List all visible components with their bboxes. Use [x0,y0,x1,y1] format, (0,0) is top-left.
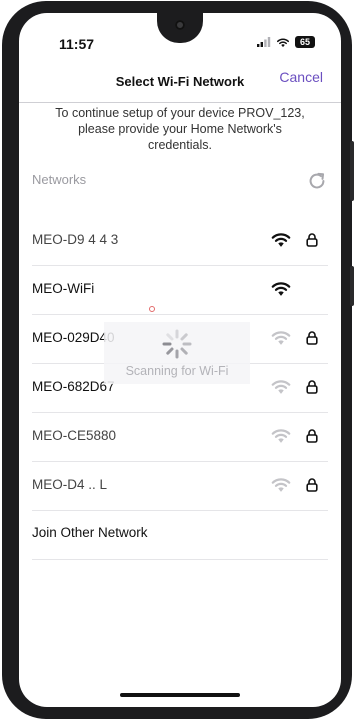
touch-indicator-dot [149,306,155,312]
join-other-network-label: Join Other Network [32,525,148,540]
cellular-signal-icon [257,37,271,47]
network-list: MEO-D9 4 4 3 MEO-WiFi MEO-029D40 MEO-682… [32,217,328,560]
network-item[interactable]: MEO-D4 .. L [32,462,328,511]
networks-section-header: Networks [32,170,328,192]
wifi-strong-icon [271,282,291,296]
network-name: MEO-CE5880 [32,428,117,443]
setup-instructions: To continue setup of your device PROV_12… [55,106,305,152]
phone-frame: 11:57 65 Select Wi-Fi Network Cancel To … [2,1,354,719]
networks-section-title: Networks [32,172,87,187]
screen: 11:57 65 Select Wi-Fi Network Cancel To … [19,13,341,707]
wifi-weak-icon [271,380,291,394]
network-item[interactable]: MEO-CE5880 [32,413,328,462]
network-item[interactable]: MEO-D9 4 4 3 [32,217,328,266]
modal-header: Select Wi-Fi Network Cancel [19,47,341,103]
wifi-weak-icon [271,478,291,492]
scanning-label: Scanning for Wi-Fi [125,364,229,378]
wifi-weak-icon [271,429,291,443]
network-item[interactable]: MEO-WiFi [32,266,328,315]
wifi-status-icon [276,37,290,47]
front-camera [175,20,185,30]
network-name: MEO-682D67 [32,379,115,394]
home-indicator[interactable] [120,693,240,697]
join-other-network-button[interactable]: Join Other Network [32,511,328,560]
scanning-overlay: Scanning for Wi-Fi [104,322,250,384]
volume-button [350,141,354,201]
network-name: MEO-029D40 [32,330,115,345]
network-name: MEO-D9 4 4 3 [32,232,119,247]
lock-icon [306,380,318,394]
network-name: MEO-WiFi [32,281,95,296]
wifi-weak-icon [271,331,291,345]
power-button [350,266,354,306]
lock-icon [306,429,318,443]
lock-icon [306,233,318,247]
cancel-button[interactable]: Cancel [279,69,323,85]
lock-icon [306,331,318,345]
loading-spinner-icon [162,329,192,359]
wifi-strong-icon [271,233,291,247]
lock-icon [306,478,318,492]
refresh-icon[interactable] [306,170,328,192]
network-name: MEO-D4 .. L [32,477,108,492]
